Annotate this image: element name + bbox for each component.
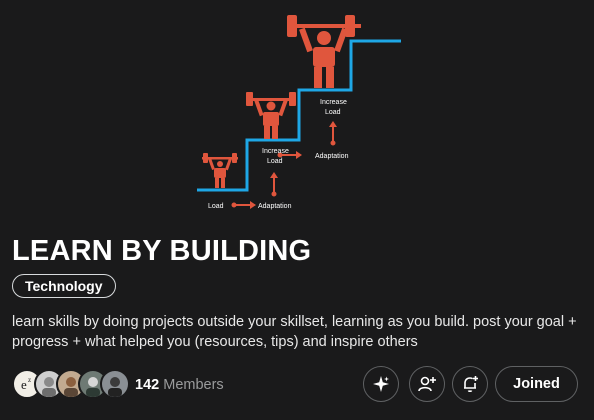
add-user-icon <box>418 376 436 392</box>
lifter-small-icon <box>202 153 238 188</box>
avatar <box>100 369 130 399</box>
member-count-value: 142 <box>135 377 160 393</box>
notification-bell-icon <box>464 376 478 393</box>
joined-button[interactable]: Joined <box>495 366 578 402</box>
label-adaptation-1: Adaptation <box>258 203 292 210</box>
community-title: LEARN BY BUILDING <box>12 235 312 267</box>
label-increase-load-1-line2: Load <box>267 158 283 165</box>
svg-text:e: e <box>21 377 27 392</box>
label-adaptation-2: Adaptation <box>315 153 349 160</box>
member-count-label: Members <box>163 377 224 393</box>
invite-member-button[interactable] <box>409 366 445 402</box>
svg-text:z: z <box>28 376 31 384</box>
community-description: learn skills by doing projects outside y… <box>12 314 577 350</box>
topic-tag[interactable]: Technology <box>12 274 116 298</box>
label-load: Load <box>208 203 224 210</box>
sparkle-button[interactable] <box>363 366 399 402</box>
label-increase-load-2-line2: Load <box>325 109 341 116</box>
label-increase-load-2-line1: Increase <box>320 99 347 106</box>
member-avatars[interactable]: ez <box>12 369 130 401</box>
member-count: 142 Members <box>135 377 224 393</box>
notification-button[interactable] <box>452 366 488 402</box>
lifter-medium-icon <box>246 92 296 139</box>
label-increase-load-1-line1: Increase <box>262 148 289 155</box>
sparkle-icon <box>373 376 389 392</box>
progressive-overload-illustration: Load Adaptation Increase Load Adaptation… <box>197 15 401 210</box>
community-banner: Load Adaptation Increase Load Adaptation… <box>0 0 594 224</box>
